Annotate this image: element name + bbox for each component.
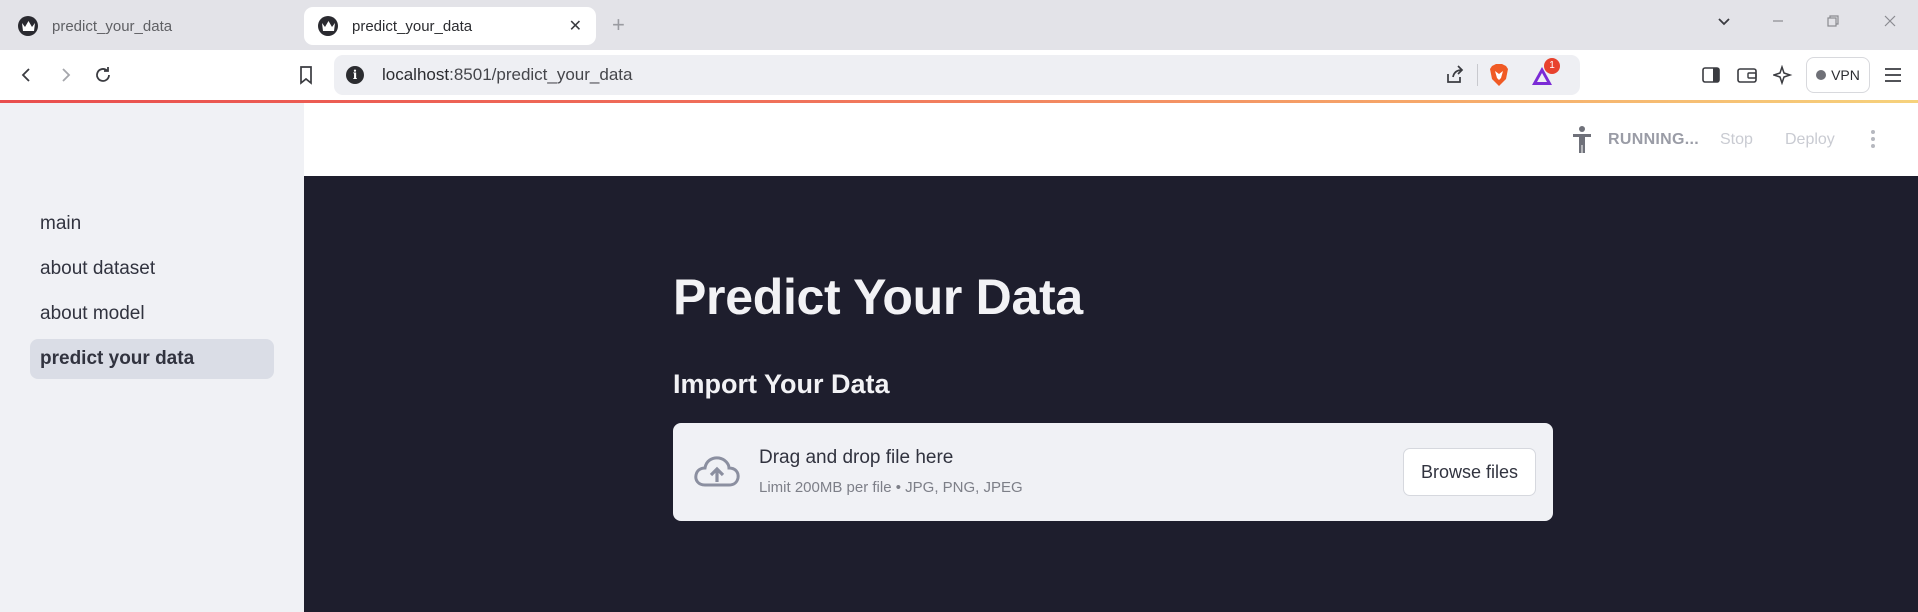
leo-ai-icon[interactable] — [1770, 62, 1796, 88]
running-status-text: RUNNING... — [1608, 130, 1699, 148]
streamlit-crown-icon — [318, 16, 338, 36]
brave-rewards-icon[interactable]: 1 — [1530, 58, 1560, 92]
deploy-button[interactable]: Deploy — [1785, 103, 1835, 176]
new-tab-button[interactable]: + — [612, 12, 625, 38]
bookmark-icon[interactable] — [293, 62, 319, 88]
browser-toolbar: i localhost:8501/predict_your_data 1 VPN — [0, 50, 1918, 100]
cloud-upload-icon — [693, 455, 741, 494]
tab-title: predict_your_data — [352, 17, 473, 35]
url-path: :8501/predict_your_data — [449, 65, 633, 84]
running-person-icon — [1570, 125, 1594, 155]
browse-files-button[interactable]: Browse files — [1403, 448, 1536, 496]
back-arrow-icon[interactable] — [14, 62, 40, 88]
sidebar: main about dataset about model predict y… — [0, 103, 304, 612]
tab-title: predict_your_data — [52, 17, 173, 35]
reload-icon[interactable] — [90, 62, 116, 88]
hamburger-menu-icon[interactable] — [1880, 62, 1906, 88]
browser-tab-strip: predict_your_data predict_your_data ✕ + — [0, 0, 1918, 50]
dropzone-limit-text: Limit 200MB per file • JPG, PNG, JPEG — [759, 479, 1023, 496]
running-status: RUNNING... — [1570, 103, 1699, 176]
sidebar-toggle-icon[interactable] — [1698, 62, 1724, 88]
sidebar-item-main[interactable]: main — [30, 204, 274, 244]
app-header: RUNNING... Stop Deploy — [304, 103, 1918, 176]
tab-search-chevron-icon[interactable] — [1716, 13, 1732, 34]
main-menu-kebab-icon[interactable] — [1871, 130, 1875, 151]
sidebar-item-about-dataset[interactable]: about dataset — [30, 249, 274, 289]
browser-tab-inactive[interactable]: predict_your_data — [4, 7, 294, 45]
minimize-window-icon[interactable] — [1770, 13, 1786, 34]
vpn-label: VPN — [1831, 67, 1860, 83]
file-dropzone[interactable]: Drag and drop file here Limit 200MB per … — [673, 423, 1553, 521]
close-tab-icon[interactable]: ✕ — [569, 16, 582, 36]
forward-arrow-icon[interactable] — [52, 62, 78, 88]
main-content: Predict Your Data Import Your Data Drag … — [304, 176, 1918, 612]
section-subtitle: Import Your Data — [673, 369, 890, 399]
close-window-icon[interactable] — [1882, 13, 1898, 34]
page-title: Predict Your Data — [673, 269, 1083, 325]
share-icon[interactable] — [1444, 65, 1466, 90]
restore-window-icon[interactable] — [1825, 13, 1841, 34]
sidebar-item-predict-your-data[interactable]: predict your data — [30, 339, 274, 379]
stop-button[interactable]: Stop — [1720, 103, 1753, 176]
vpn-status-dot — [1816, 70, 1827, 80]
browser-tab-active[interactable]: predict_your_data ✕ — [304, 7, 596, 45]
divider — [1477, 64, 1478, 86]
sidebar-item-about-model[interactable]: about model — [30, 294, 274, 334]
url-host: localhost — [382, 65, 450, 84]
address-bar[interactable]: i localhost:8501/predict_your_data 1 — [334, 55, 1580, 95]
dropzone-instruction: Drag and drop file here — [759, 447, 954, 468]
brave-shield-icon[interactable] — [1488, 63, 1510, 92]
vpn-button[interactable]: VPN — [1806, 57, 1870, 93]
notification-badge: 1 — [1544, 58, 1560, 74]
site-info-icon[interactable]: i — [346, 66, 364, 84]
address-url[interactable]: localhost:8501/predict_your_data — [382, 65, 632, 85]
wallet-icon[interactable] — [1734, 62, 1760, 88]
streamlit-crown-icon — [18, 16, 38, 36]
